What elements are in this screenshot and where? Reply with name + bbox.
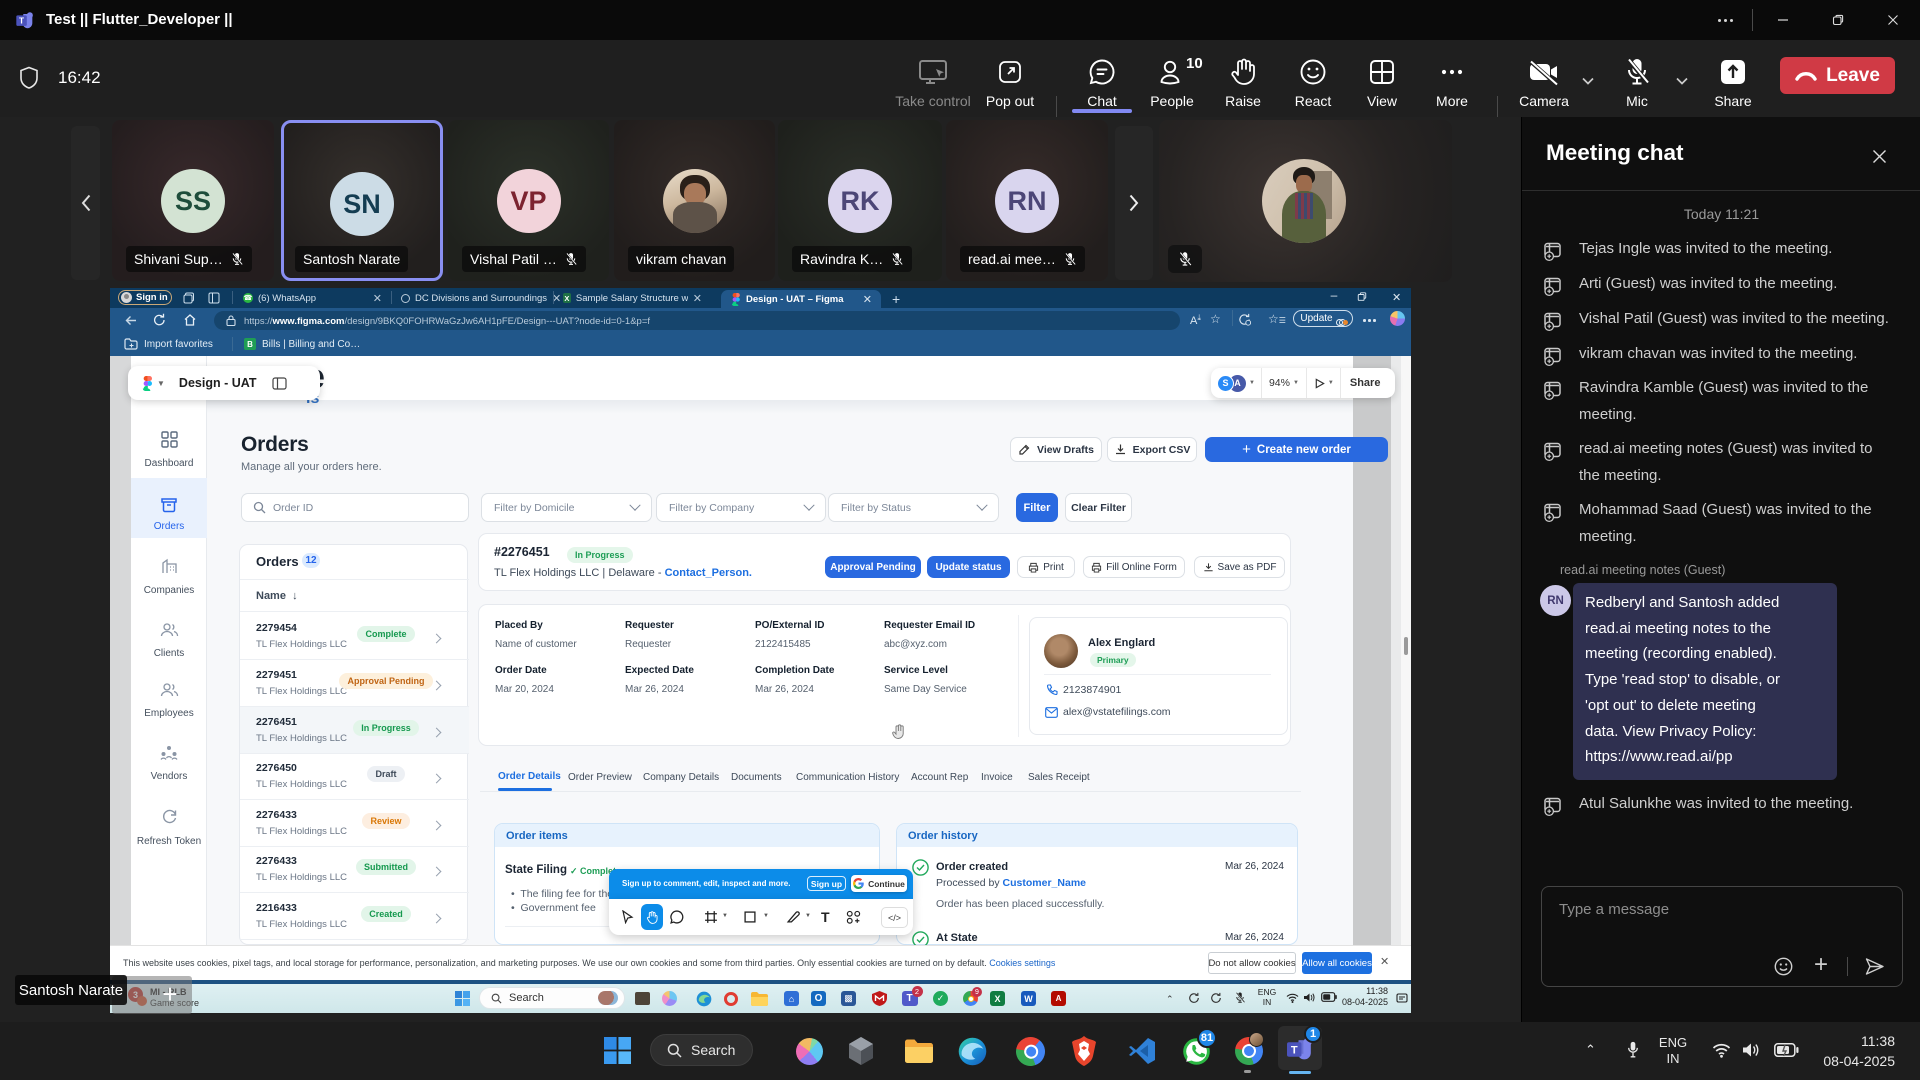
- svg-text:T: T: [1290, 1044, 1297, 1056]
- svg-text:T: T: [19, 16, 24, 26]
